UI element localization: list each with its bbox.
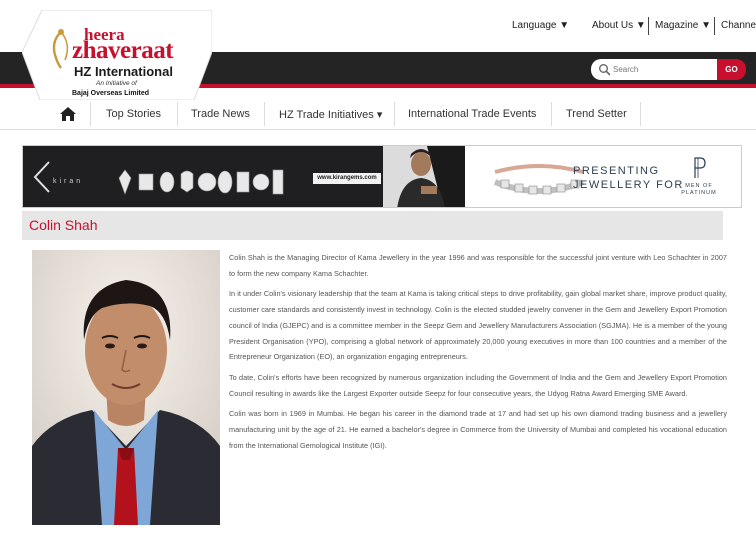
search-input[interactable] xyxy=(613,62,713,77)
bracelet-image xyxy=(493,164,585,195)
ad-kiran-panel: kiran www.kirangems.com xyxy=(23,146,383,207)
magazine-menu[interactable]: Magazine ▼ xyxy=(655,20,711,31)
home-icon[interactable] xyxy=(60,107,76,121)
site-logo[interactable]: heera zhaveraat HZ International An Init… xyxy=(22,10,212,100)
bio-paragraph: Colin Shah is the Managing Director of K… xyxy=(229,253,727,278)
ad-url: www.kirangems.com xyxy=(313,173,381,184)
bio-content: Colin Shah is the Managing Director of K… xyxy=(229,250,727,458)
nav-trend-setter[interactable]: Trend Setter xyxy=(566,108,627,120)
ad-platinum: PLATINUM xyxy=(681,190,717,197)
platinum-p-icon xyxy=(694,157,706,178)
divider xyxy=(648,17,649,35)
ad-jewellery-text: JEWELLERY FOR xyxy=(573,179,684,191)
about-us-menu[interactable]: About Us ▼ xyxy=(592,20,646,31)
logo-hz-international: HZ International xyxy=(74,64,173,79)
ad-banner[interactable]: kiran www.kirangems.com PRESENTING JEWEL… xyxy=(22,145,742,208)
language-menu[interactable]: Language ▼ xyxy=(512,20,569,31)
logo-initiative-text: An Initiative of xyxy=(96,80,137,87)
ad-presenting-text: PRESENTING xyxy=(573,165,660,177)
ad-brand-text: kiran xyxy=(53,178,84,185)
nav-divider xyxy=(90,102,91,126)
divider xyxy=(714,17,715,35)
logo-zhaveraat-text: zhaveraat xyxy=(72,37,174,64)
ad-men-of: MEN OF xyxy=(685,183,713,189)
search-box[interactable] xyxy=(591,59,717,80)
main-nav: Top Stories Trade News HZ Trade Initiati… xyxy=(0,98,756,130)
nav-top-stories[interactable]: Top Stories xyxy=(106,108,161,120)
kiran-logo-icon xyxy=(33,161,50,193)
diamonds-image xyxy=(118,169,284,195)
bio-paragraph: In it under Colin's visionary leadership… xyxy=(229,289,727,362)
nav-divider xyxy=(394,102,395,126)
page-title: Colin Shah xyxy=(29,217,98,233)
nav-trade-news[interactable]: Trade News xyxy=(191,108,250,120)
title-bar: Colin Shah xyxy=(22,211,723,240)
nav-hz-trade-initiatives[interactable]: HZ Trade Initiatives ▾ xyxy=(279,108,382,121)
nav-divider xyxy=(264,102,265,126)
ad-platinum-text: MEN OF PLATINUM xyxy=(677,183,721,197)
profile-photo xyxy=(32,250,220,525)
bio-paragraph: Colin was born in 1969 in Mumbai. He beg… xyxy=(229,409,727,450)
channel-menu[interactable]: Channel xyxy=(721,20,756,31)
logo-bajaj-text: Bajaj Overseas Limited xyxy=(72,90,150,97)
nav-divider xyxy=(551,102,552,126)
go-button[interactable]: GO xyxy=(717,59,746,80)
nav-divider xyxy=(640,102,641,126)
search-icon xyxy=(599,64,611,76)
bio-paragraph: To date, Colin's efforts have been recog… xyxy=(229,372,727,398)
ad-model-image xyxy=(383,146,465,207)
nav-divider xyxy=(177,102,178,126)
logo-figure-icon xyxy=(52,29,69,69)
nav-international-trade-events[interactable]: International Trade Events xyxy=(408,108,536,120)
